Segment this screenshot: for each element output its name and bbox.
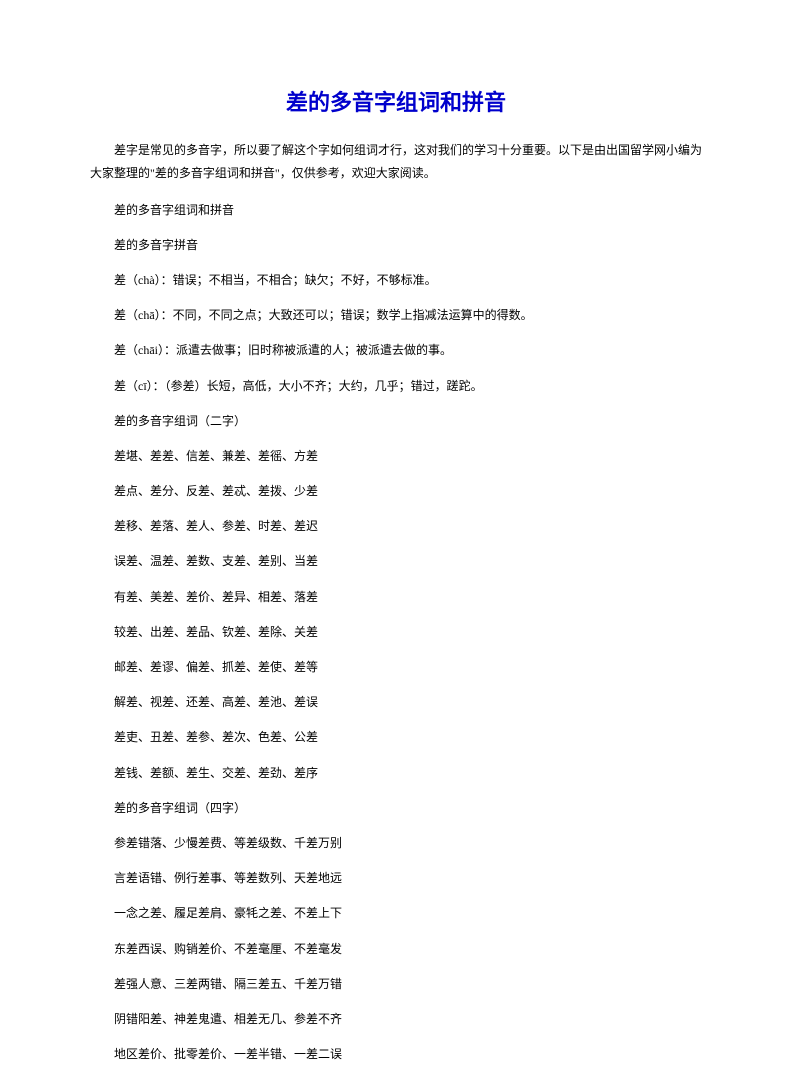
- content-line: 邮差、差谬、偏差、抓差、差使、差等: [90, 656, 702, 678]
- content-line: 差的多音字组词和拼音: [90, 199, 702, 221]
- content-line: 一念之差、履足差肩、豪牦之差、不差上下: [90, 902, 702, 924]
- content-line: 东差西误、购销差价、不差毫厘、不差毫发: [90, 938, 702, 960]
- content-line: 差的多音字组词（二字）: [90, 410, 702, 432]
- document-title: 差的多音字组词和拼音: [90, 85, 702, 117]
- content-line: 差堪、差差、信差、兼差、差徭、方差: [90, 445, 702, 467]
- content-line: 差移、差落、差人、参差、时差、差迟: [90, 515, 702, 537]
- content-line: 差钱、差额、差生、交差、差劲、差序: [90, 762, 702, 784]
- content-line: 差（cī）：（参差）长短，高低，大小不齐；大约，几乎；错过，蹉跎。: [90, 375, 702, 397]
- content-line: 误差、温差、差数、支差、差别、当差: [90, 550, 702, 572]
- content-line: 较差、出差、差品、钦差、差除、关差: [90, 621, 702, 643]
- content-line: 差的多音字拼音: [90, 234, 702, 256]
- intro-paragraph: 差字是常见的多音字，所以要了解这个字如何组词才行，这对我们的学习十分重要。以下是…: [90, 139, 702, 185]
- content-line: 差（chà）：错误；不相当，不相合；缺欠；不好，不够标准。: [90, 269, 702, 291]
- content-line: 差（chāi）：派遣去做事；旧时称被派遣的人；被派遣去做的事。: [90, 339, 702, 361]
- content-line: 言差语错、例行差事、等差数列、天差地远: [90, 867, 702, 889]
- content-line: 有差、美差、差价、差异、相差、落差: [90, 586, 702, 608]
- content-line: 参差错落、少慢差费、等差级数、千差万别: [90, 832, 702, 854]
- content-line: 地区差价、批零差价、一差半错、一差二误: [90, 1043, 702, 1065]
- content-line: 阴错阳差、神差鬼遣、相差无几、参差不齐: [90, 1008, 702, 1030]
- content-body: 差的多音字组词和拼音差的多音字拼音差（chà）：错误；不相当，不相合；缺欠；不好…: [90, 199, 702, 1065]
- content-line: 差吏、丑差、差参、差次、色差、公差: [90, 726, 702, 748]
- content-line: 差强人意、三差两错、隔三差五、千差万错: [90, 973, 702, 995]
- content-line: 差的多音字组词（四字）: [90, 797, 702, 819]
- content-line: 差（chā）：不同，不同之点；大致还可以；错误；数学上指减法运算中的得数。: [90, 304, 702, 326]
- content-line: 差点、差分、反差、差忒、差拨、少差: [90, 480, 702, 502]
- content-line: 解差、视差、还差、高差、差池、差误: [90, 691, 702, 713]
